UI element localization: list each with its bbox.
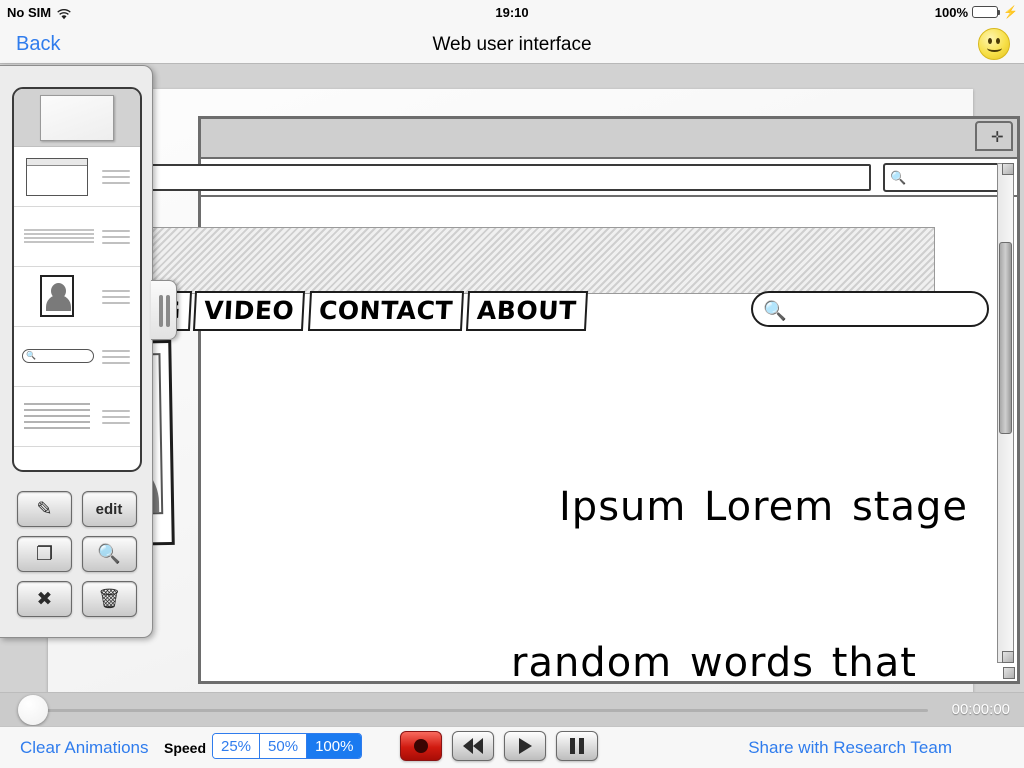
thumbnail-preview	[14, 267, 102, 326]
slide-thumbnail-list[interactable]: 🔍	[12, 87, 142, 472]
sidebar-drag-handle[interactable]	[151, 280, 177, 340]
stack-x-icon: ✖	[36, 588, 53, 610]
handwriting-line: Ipsum Lorem stage	[559, 484, 969, 530]
app-root: No SIM 19:10 100% ⚡ Back Web user interf…	[0, 0, 1024, 768]
scroll-up-arrow[interactable]	[1002, 163, 1014, 175]
handwriting-line: random words that	[511, 640, 917, 686]
timeline-track[interactable]	[30, 709, 928, 712]
thumbnail-card	[40, 94, 114, 141]
sketch-paper[interactable]: ✛ 🔍 E BLOG VIDEO CONTACT ABOUT	[48, 89, 1020, 725]
status-bar-right: 100% ⚡	[935, 5, 1018, 20]
navigation-bar: Back Web user interface	[0, 24, 1024, 64]
clear-animations-button[interactable]: Clear Animations	[20, 738, 149, 758]
browser-titlebar: ✛	[201, 119, 1017, 159]
new-tab-button[interactable]: ✛	[975, 121, 1013, 151]
nav-tab[interactable]: VIDEO	[193, 291, 306, 331]
hatched-banner-placeholder	[51, 227, 935, 294]
thumbnail-preview	[14, 207, 102, 266]
speed-option-100[interactable]: 100%	[307, 734, 362, 758]
speed-option-50[interactable]: 50%	[260, 734, 308, 758]
ios-status-bar: No SIM 19:10 100% ⚡	[0, 0, 1024, 24]
nav-tab[interactable]: ABOUT	[465, 291, 588, 331]
tool-sidebar: 🔍 ✎ edit ❐ 🔍 ✖ 🗑	[0, 65, 153, 638]
timecode-label: 00:00:00	[951, 701, 1010, 718]
canvas-workspace[interactable]: ✛ 🔍 E BLOG VIDEO CONTACT ABOUT	[0, 65, 1024, 725]
speed-option-25[interactable]: 25%	[213, 734, 261, 758]
rewind-button[interactable]	[452, 731, 494, 761]
copy-x2-icon: ❐	[35, 543, 54, 565]
thumbnail-text-lines[interactable]	[14, 207, 140, 267]
speed-segmented-control[interactable]: 25% 50% 100%	[212, 733, 363, 759]
playback-timeline[interactable]: 00:00:00	[0, 692, 1024, 726]
browser-search-input[interactable]: 🔍	[883, 163, 1005, 192]
thumbnail-blank-selected[interactable]	[14, 89, 140, 147]
magnifier-question-icon: 🔍	[97, 543, 121, 565]
pause-bars-icon	[570, 738, 584, 754]
site-search-input[interactable]: 🔍	[751, 291, 989, 327]
play-triangle-icon	[518, 738, 532, 754]
edit-button[interactable]: edit	[81, 491, 137, 527]
nav-tab[interactable]: CONTACT	[307, 291, 464, 331]
inspect-button[interactable]: 🔍	[81, 536, 137, 572]
lightning-bolt-icon: ⚡	[1003, 5, 1018, 19]
magnifier-icon: 🔍	[763, 301, 787, 322]
drag-grip-icon[interactable]	[102, 169, 130, 184]
smiley-face-icon[interactable]	[978, 28, 1010, 60]
record-button[interactable]	[400, 731, 442, 761]
thumbnail-preview	[14, 387, 102, 446]
rewind-icon	[463, 738, 483, 754]
pencil-square-icon: ✎	[36, 498, 53, 520]
thumbnail-scribble[interactable]	[14, 387, 140, 447]
edit-button-label: edit	[95, 500, 123, 518]
share-with-research-team-button[interactable]: Share with Research Team	[748, 738, 952, 758]
thumbnail-preview: 🔍	[14, 327, 102, 386]
drag-grip-icon[interactable]	[102, 289, 130, 304]
drag-grip-icon[interactable]	[102, 349, 130, 364]
clock-label: 19:10	[495, 4, 529, 20]
trash-icon: 🗑	[96, 588, 122, 610]
duplicate-button[interactable]: ❐	[17, 536, 72, 572]
url-input[interactable]	[101, 164, 871, 191]
thumbnail-preview	[14, 147, 102, 206]
trash-button[interactable]: 🗑	[81, 581, 137, 617]
playback-controls	[400, 731, 598, 761]
delete-all-button[interactable]: ✖	[17, 581, 72, 617]
browser-url-row: 🔍	[101, 159, 1017, 197]
thumbnail-photo[interactable]	[14, 267, 140, 327]
magnifier-icon: 🔍	[26, 351, 36, 360]
plus-icon: ✛	[991, 129, 1004, 146]
new-sketch-button[interactable]: ✎	[17, 491, 72, 527]
pause-button[interactable]	[556, 731, 598, 761]
drag-grip-icon[interactable]	[102, 409, 130, 424]
drag-grip-icon[interactable]	[102, 229, 130, 244]
tool-button-grid: ✎ edit ❐ 🔍 ✖ 🗑	[17, 491, 137, 617]
play-button[interactable]	[504, 731, 546, 761]
speed-label: Speed	[164, 740, 207, 756]
browser-window-mockup: ✛ 🔍 E BLOG VIDEO CONTACT ABOUT	[49, 116, 1020, 686]
battery-icon	[972, 6, 1001, 18]
magnifier-icon: 🔍	[890, 170, 907, 185]
page-title: Web user interface	[432, 34, 592, 55]
timeline-scrubber-knob[interactable]	[18, 695, 48, 725]
record-circle-icon	[414, 739, 428, 753]
thumbnail-window[interactable]	[14, 147, 140, 207]
thumbnail-search-field[interactable]: 🔍	[14, 327, 140, 387]
battery-percent-label: 100%	[934, 4, 969, 20]
